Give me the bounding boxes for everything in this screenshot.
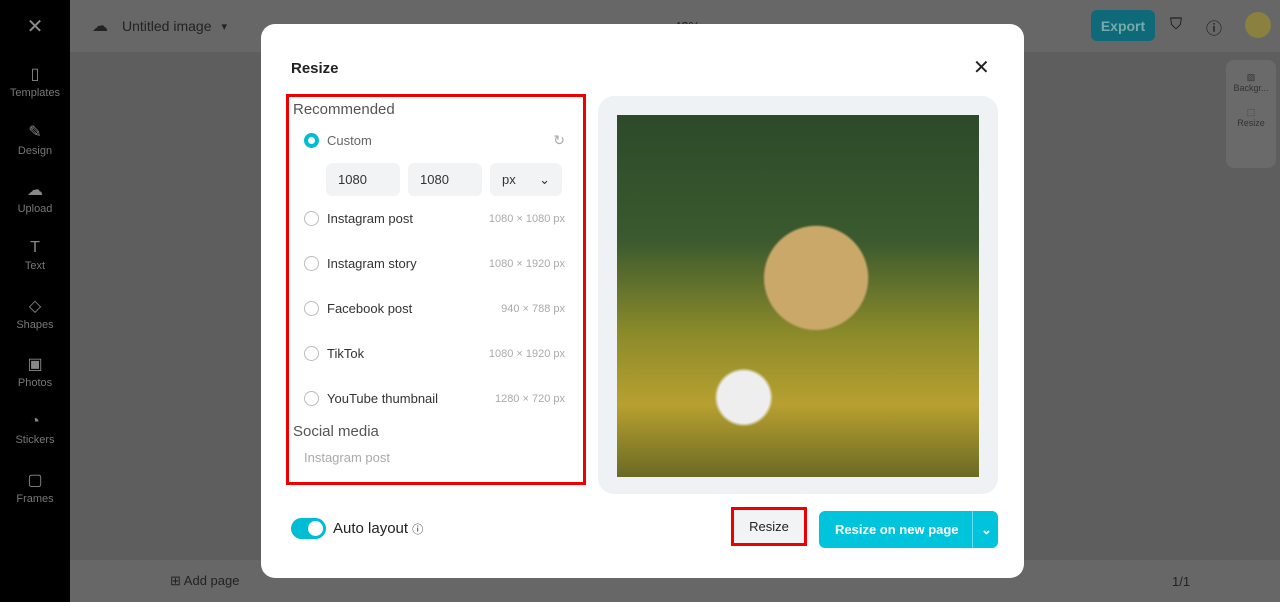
sidebar-item-shapes[interactable]: ◇ Shapes	[0, 284, 70, 342]
radio-button[interactable]	[304, 346, 319, 361]
doc-title[interactable]: Untitled image	[122, 18, 212, 34]
sidebar-item-design[interactable]: ✎ Design	[0, 110, 70, 168]
help-icon[interactable]: ⓘ	[1206, 15, 1222, 39]
chevron-down-icon[interactable]: ⌄	[972, 511, 992, 548]
resize-tool[interactable]: ⬚ Resize	[1226, 93, 1276, 128]
option-item[interactable]: Instagram story 1080 × 1920 px	[289, 241, 583, 286]
photos-icon: ▣	[27, 355, 43, 373]
radio-button[interactable]	[304, 301, 319, 316]
auto-layout-toggle[interactable]	[291, 518, 326, 539]
info-icon[interactable]: ⓘ	[412, 524, 423, 536]
avatar[interactable]	[1245, 12, 1271, 38]
option-item[interactable]: YouTube thumbnail 1280 × 720 px	[289, 376, 583, 421]
upload-icon: ☁	[27, 181, 43, 199]
sidebar-item-text[interactable]: T Text	[0, 226, 70, 284]
right-panel: ▨ Backgr... ⬚ Resize	[1226, 60, 1276, 168]
auto-layout-label: Auto layout ⓘ	[333, 520, 424, 537]
height-input[interactable]	[408, 163, 482, 196]
option-item[interactable]: TikTok 1080 × 1920 px	[289, 331, 583, 376]
size-options-list: Recommended Custom↻ px⌄ Instagram post10…	[286, 94, 586, 485]
resize-dialog: Resize ✕ Recommended Custom↻ px⌄ Instagr…	[261, 24, 1024, 578]
close-icon[interactable]: ✕	[973, 55, 990, 80]
chevron-down-icon[interactable]: ▾	[222, 20, 228, 33]
logo: ✕	[26, 15, 44, 38]
section-recommended: Recommended	[293, 101, 395, 118]
option-custom[interactable]: Custom ↻	[289, 118, 583, 163]
preview-image	[617, 115, 979, 477]
radio-button[interactable]	[304, 256, 319, 271]
sidebar-item-frames[interactable]: ▢ Frames	[0, 458, 70, 516]
option-item[interactable]: Facebook post 940 × 788 px	[289, 286, 583, 331]
section-social-media: Social media	[293, 423, 379, 440]
reset-icon[interactable]: ↻	[553, 132, 565, 149]
chevron-down-icon: ⌄	[539, 171, 550, 187]
sidebar-item-photos[interactable]: ▣ Photos	[0, 342, 70, 400]
sidebar-item-stickers[interactable]: ◔ Stickers	[0, 400, 70, 458]
unit-select[interactable]: px ⌄	[490, 163, 562, 196]
social-option[interactable]: Instagram post	[304, 450, 583, 465]
design-icon: ✎	[28, 123, 42, 141]
sidebar: ✕ ▯ Templates ✎ Design ☁ Upload T Text ◇ Shapes ▣ P…	[0, 0, 70, 602]
sidebar-item-upload[interactable]: ☁ Upload	[0, 168, 70, 226]
preview-panel	[598, 96, 998, 494]
background-tool[interactable]: ▨ Backgr...	[1226, 60, 1276, 93]
cloud-icon: ☁	[92, 18, 108, 35]
stickers-icon: ◔	[30, 412, 40, 430]
option-item[interactable]: Instagram post 1080 × 1080 px	[289, 196, 583, 241]
text-icon: T	[30, 238, 40, 256]
width-input[interactable]	[326, 163, 400, 196]
templates-icon: ▯	[30, 65, 40, 83]
add-page-button[interactable]: ⊞ Add page	[170, 573, 239, 589]
export-button[interactable]: Export	[1091, 10, 1155, 41]
shield-icon[interactable]: ⛉	[1170, 16, 1182, 34]
radio-button[interactable]	[304, 391, 319, 406]
shapes-icon: ◇	[28, 297, 42, 315]
resize-button[interactable]: Resize	[731, 507, 807, 546]
frames-icon: ▢	[27, 471, 43, 489]
sidebar-item-templates[interactable]: ▯ Templates	[0, 52, 70, 110]
radio-selected[interactable]	[304, 133, 319, 148]
page-count: 1/1	[1172, 573, 1191, 589]
resize-on-new-page-button[interactable]: Resize on new page ⌄	[819, 511, 998, 548]
dialog-title: Resize	[291, 60, 339, 77]
radio-button[interactable]	[304, 211, 319, 226]
